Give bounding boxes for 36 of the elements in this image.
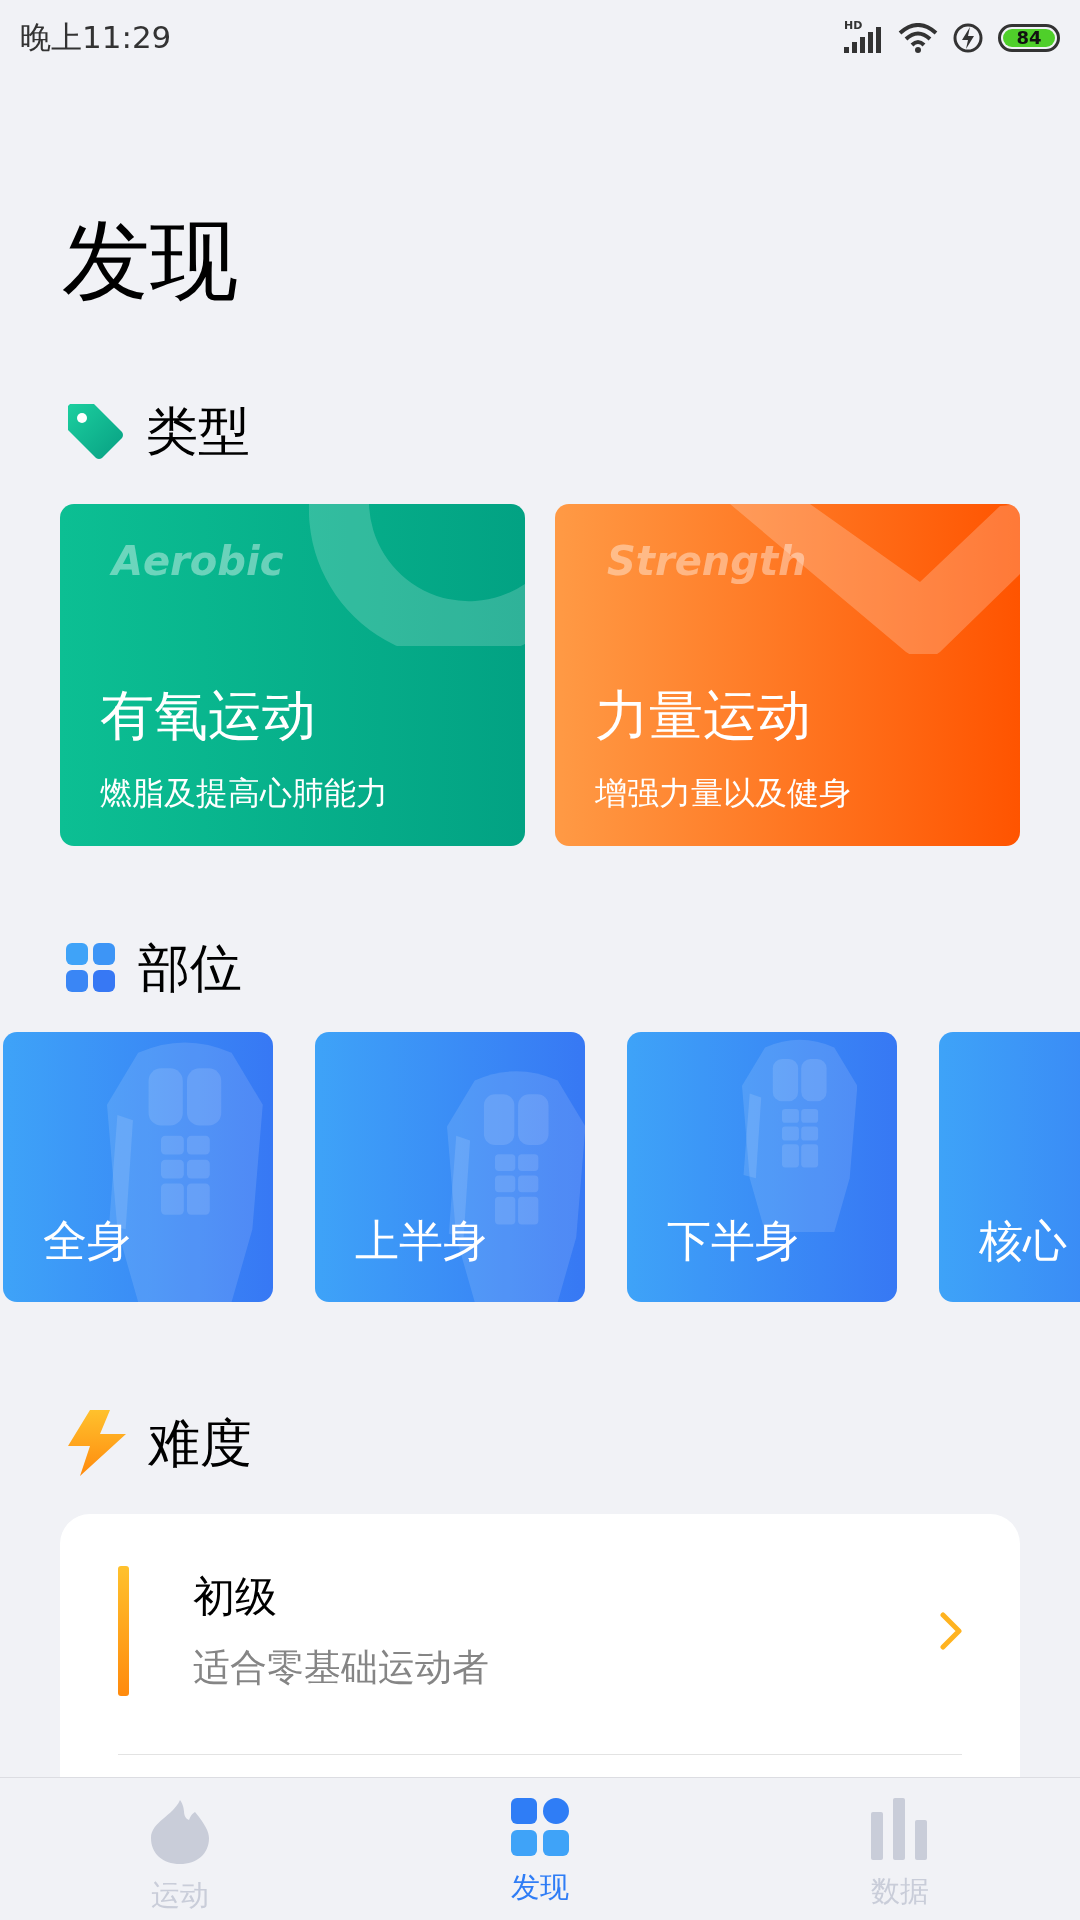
body-part-label: 核心 [979, 1214, 1067, 1268]
charging-icon [952, 21, 984, 54]
body-part-card[interactable]: 全身 [3, 1032, 273, 1302]
level-bar-icon [118, 1566, 129, 1696]
body-part-card[interactable]: 下半身 [627, 1032, 897, 1302]
card-title: 有氧运动 [100, 686, 316, 746]
workout-type-card[interactable]: Aerobic 有氧运动 燃脂及提高心肺能力 [60, 504, 525, 846]
grid-icon [511, 1798, 569, 1856]
card-english-label: Strength [607, 538, 807, 584]
section-title: 类型 [146, 405, 250, 457]
tag-icon [66, 402, 124, 460]
card-subtitle: 增强力量以及健身 [595, 773, 851, 814]
body-part-label: 全身 [43, 1214, 131, 1268]
body-part-label: 上半身 [355, 1214, 487, 1268]
wifi-icon [898, 22, 938, 53]
body-part-card[interactable]: 核心 [939, 1032, 1080, 1302]
network-type: HD [844, 18, 863, 32]
arc-decoration-icon [309, 504, 525, 646]
body-part-card[interactable]: 上半身 [315, 1032, 585, 1302]
section-title: 难度 [148, 1417, 252, 1469]
battery-level: 84 [1003, 28, 1055, 47]
grid-icon [66, 943, 116, 993]
card-title: 力量运动 [595, 686, 811, 746]
card-subtitle: 燃脂及提高心肺能力 [100, 773, 388, 814]
flame-icon [151, 1798, 209, 1864]
chevron-right-icon[interactable] [940, 1612, 962, 1650]
lightning-icon [66, 1410, 126, 1476]
status-time: 晚上11:29 [20, 17, 172, 57]
level-title[interactable]: 初级 [193, 1569, 940, 1625]
tab-bar-item[interactable]: 发现 [360, 1778, 720, 1920]
body-part-label: 下半身 [667, 1214, 799, 1268]
section-title: 部位 [138, 942, 242, 994]
bar-chart-icon [871, 1798, 929, 1860]
workout-type-card[interactable]: Strength 力量运动 增强力量以及健身 [555, 504, 1020, 846]
level-description: 适合零基础运动者 [193, 1645, 490, 1691]
page-title: 发现 [62, 217, 239, 305]
